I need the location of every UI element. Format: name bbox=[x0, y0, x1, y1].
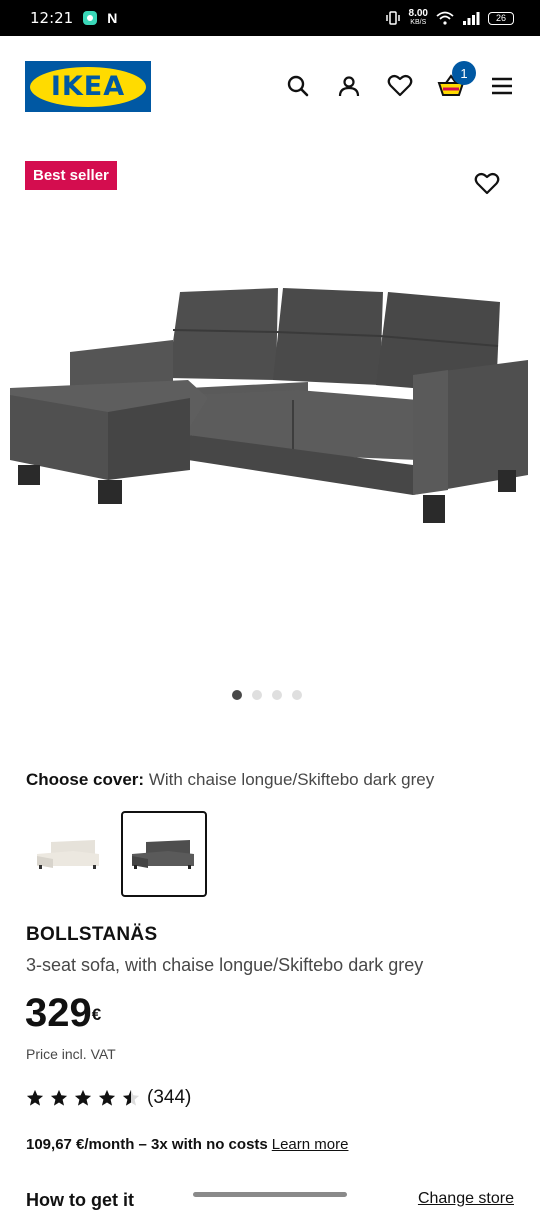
message-app-icon bbox=[83, 11, 98, 25]
carousel-dot[interactable] bbox=[232, 690, 242, 700]
review-count[interactable]: (344) bbox=[147, 1087, 191, 1109]
star-half-icon bbox=[122, 1089, 140, 1106]
vibrate-icon bbox=[385, 11, 400, 25]
vat-note: Price incl. VAT bbox=[26, 1046, 116, 1062]
carousel-dot[interactable] bbox=[272, 690, 282, 700]
star-full-icon bbox=[74, 1089, 92, 1106]
how-to-get-it-heading: How to get it bbox=[26, 1190, 134, 1210]
image-carousel-dots[interactable] bbox=[232, 690, 302, 700]
learn-more-link[interactable]: Learn more bbox=[272, 1136, 349, 1153]
carousel-dot[interactable] bbox=[252, 690, 262, 700]
choose-cover-label: Choose cover: bbox=[26, 770, 145, 789]
best-seller-badge: Best seller bbox=[25, 161, 117, 190]
battery-icon: 26 bbox=[488, 11, 514, 25]
status-bar: 12:21 N 8.00 KB/S 26 bbox=[0, 0, 540, 36]
cover-option-dark-grey-selected[interactable] bbox=[121, 811, 207, 897]
account-icon[interactable] bbox=[335, 72, 363, 100]
product-image-sofa[interactable] bbox=[8, 270, 532, 530]
n-notification-icon: N bbox=[107, 10, 118, 26]
network-speed: 8.00 KB/S bbox=[408, 8, 428, 27]
choose-cover: Choose cover: With chaise longue/Skifteb… bbox=[26, 770, 434, 790]
product-description: 3-seat sofa, with chaise longue/Skiftebo… bbox=[26, 955, 424, 975]
status-time: 12:21 bbox=[30, 9, 74, 27]
price-currency: € bbox=[91, 1005, 102, 1024]
rating-stars[interactable] bbox=[26, 1089, 140, 1107]
wifi-icon bbox=[436, 11, 454, 25]
monthly-payment: 109,67 €/month – 3x with no costs Learn m… bbox=[26, 1136, 348, 1153]
search-icon[interactable] bbox=[284, 72, 312, 100]
ikea-logo[interactable]: IKEA bbox=[25, 61, 151, 112]
menu-icon[interactable] bbox=[488, 72, 516, 100]
site-header: IKEA 1 bbox=[0, 36, 540, 136]
product-price: 329€ bbox=[25, 990, 101, 1036]
gesture-home-bar[interactable] bbox=[193, 1192, 347, 1197]
star-full-icon bbox=[50, 1089, 68, 1106]
save-favourite-icon[interactable] bbox=[474, 172, 502, 200]
signal-icon bbox=[463, 12, 480, 25]
price-value: 329 bbox=[25, 991, 92, 1035]
product-name: BOLLSTANÄS bbox=[26, 924, 158, 945]
star-full-icon bbox=[98, 1089, 116, 1106]
favourites-icon[interactable] bbox=[386, 72, 414, 100]
star-full-icon bbox=[26, 1089, 44, 1106]
carousel-dot[interactable] bbox=[292, 690, 302, 700]
monthly-payment-text: 109,67 €/month – 3x with no costs bbox=[26, 1136, 268, 1153]
cart-count-badge: 1 bbox=[452, 61, 476, 85]
cover-option-white[interactable] bbox=[26, 811, 112, 897]
change-store-link[interactable]: Change store bbox=[418, 1190, 514, 1208]
choose-cover-value: With chaise longue/Skiftebo dark grey bbox=[148, 770, 435, 789]
